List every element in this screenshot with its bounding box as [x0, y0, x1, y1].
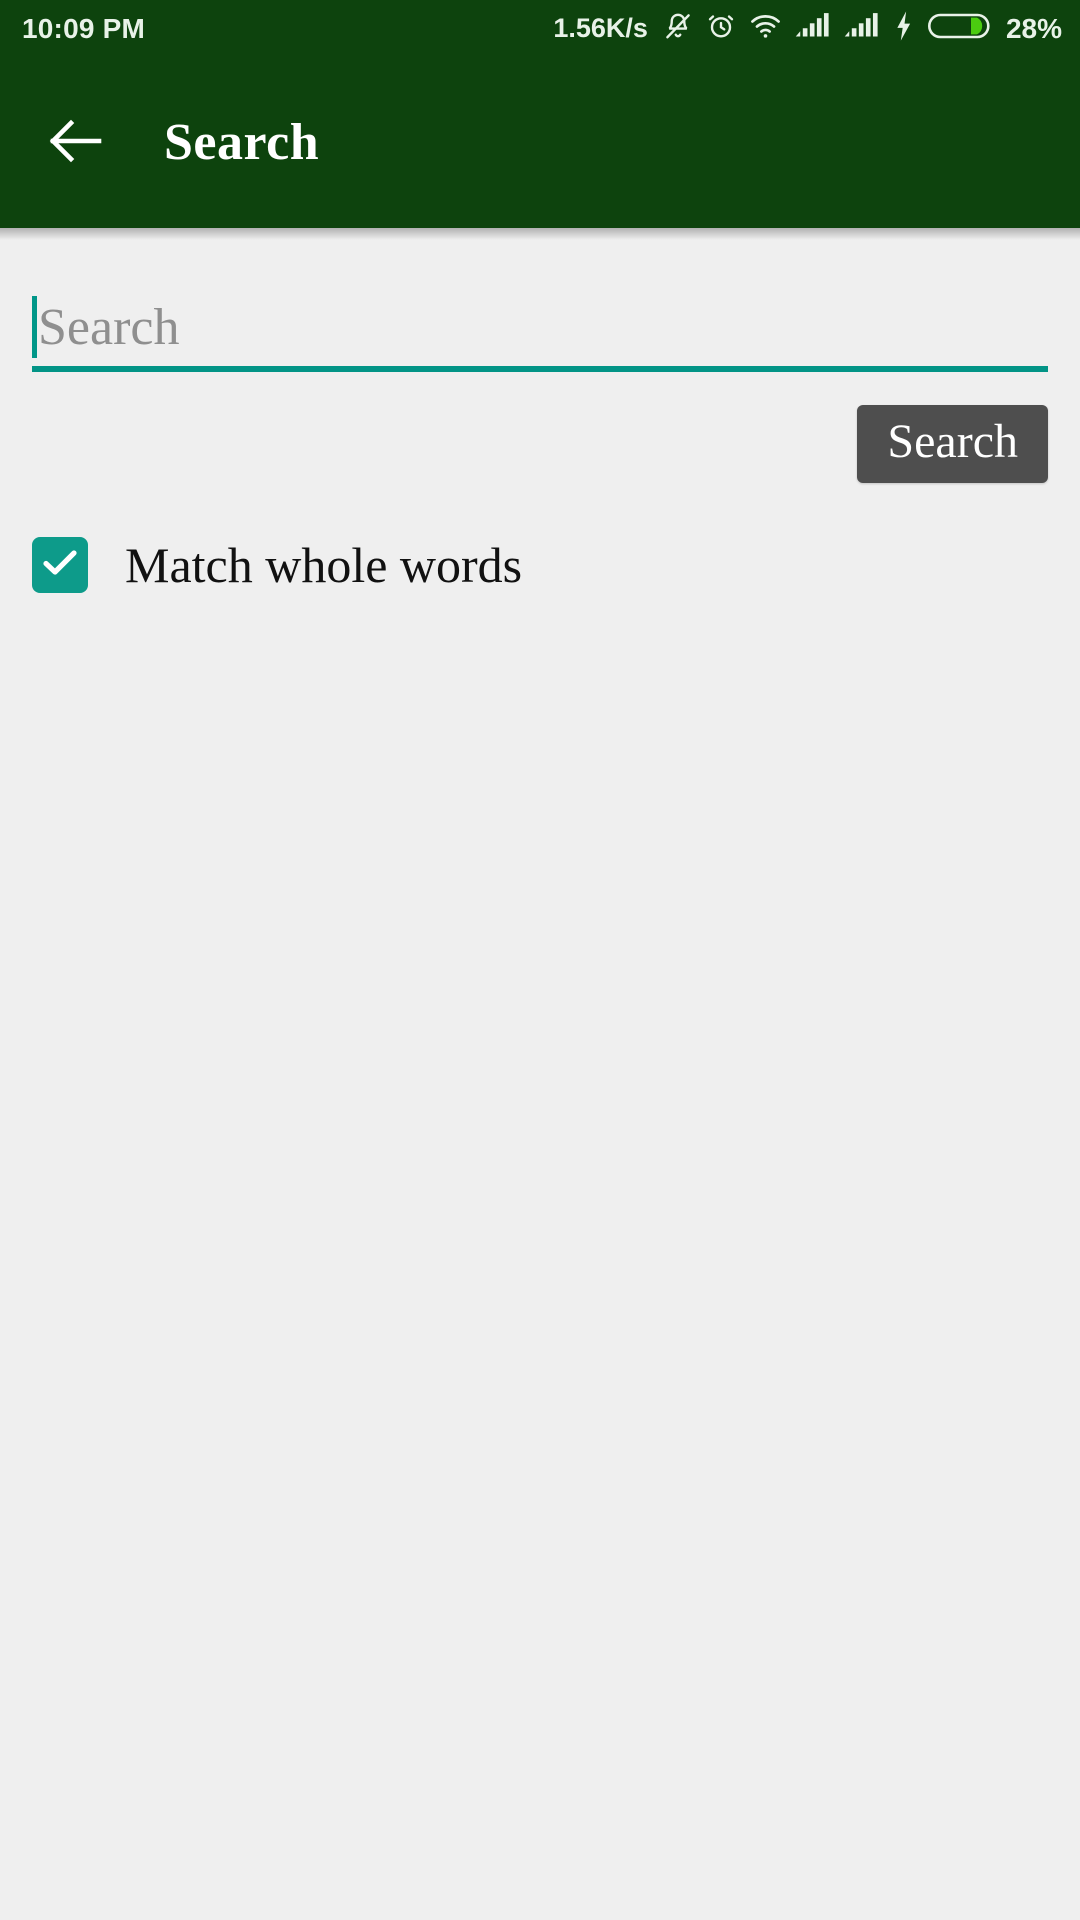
search-button-row: Search: [32, 405, 1048, 484]
status-bar: 10:09 PM 1.56K/s 28%: [0, 0, 1080, 57]
check-icon: [40, 547, 80, 584]
match-whole-words-checkbox[interactable]: [32, 537, 88, 594]
search-submit-button[interactable]: Search: [857, 405, 1048, 484]
battery-percentage-text: 28%: [1005, 12, 1062, 44]
cellular-signal-1-icon: [795, 11, 831, 46]
wifi-icon: [749, 10, 782, 47]
app-bar-shadow: [0, 228, 1080, 240]
back-button[interactable]: [46, 112, 108, 174]
search-field-underline: [32, 366, 1048, 372]
charging-bolt-icon: [893, 10, 915, 47]
text-caret: [32, 296, 37, 358]
arrow-left-icon: [48, 118, 106, 167]
search-input[interactable]: [32, 288, 1048, 368]
search-screen-content: Search Match whole words: [0, 288, 1080, 1920]
alarm-icon: [706, 10, 736, 47]
app-bar: Search: [0, 57, 1080, 240]
match-whole-words-label: Match whole words: [125, 537, 523, 594]
status-bar-clock: 10:09 PM: [22, 12, 145, 44]
status-bar-indicators: 1.56K/s 28%: [553, 10, 1062, 47]
cellular-signal-2-icon: [844, 11, 880, 46]
battery-icon: [927, 11, 990, 46]
notifications-muted-icon: [663, 10, 693, 47]
network-speed-text: 1.56K/s: [553, 13, 648, 43]
page-title: Search: [164, 113, 320, 171]
match-whole-words-row[interactable]: Match whole words: [32, 537, 523, 594]
search-field-wrapper: [32, 288, 1048, 372]
